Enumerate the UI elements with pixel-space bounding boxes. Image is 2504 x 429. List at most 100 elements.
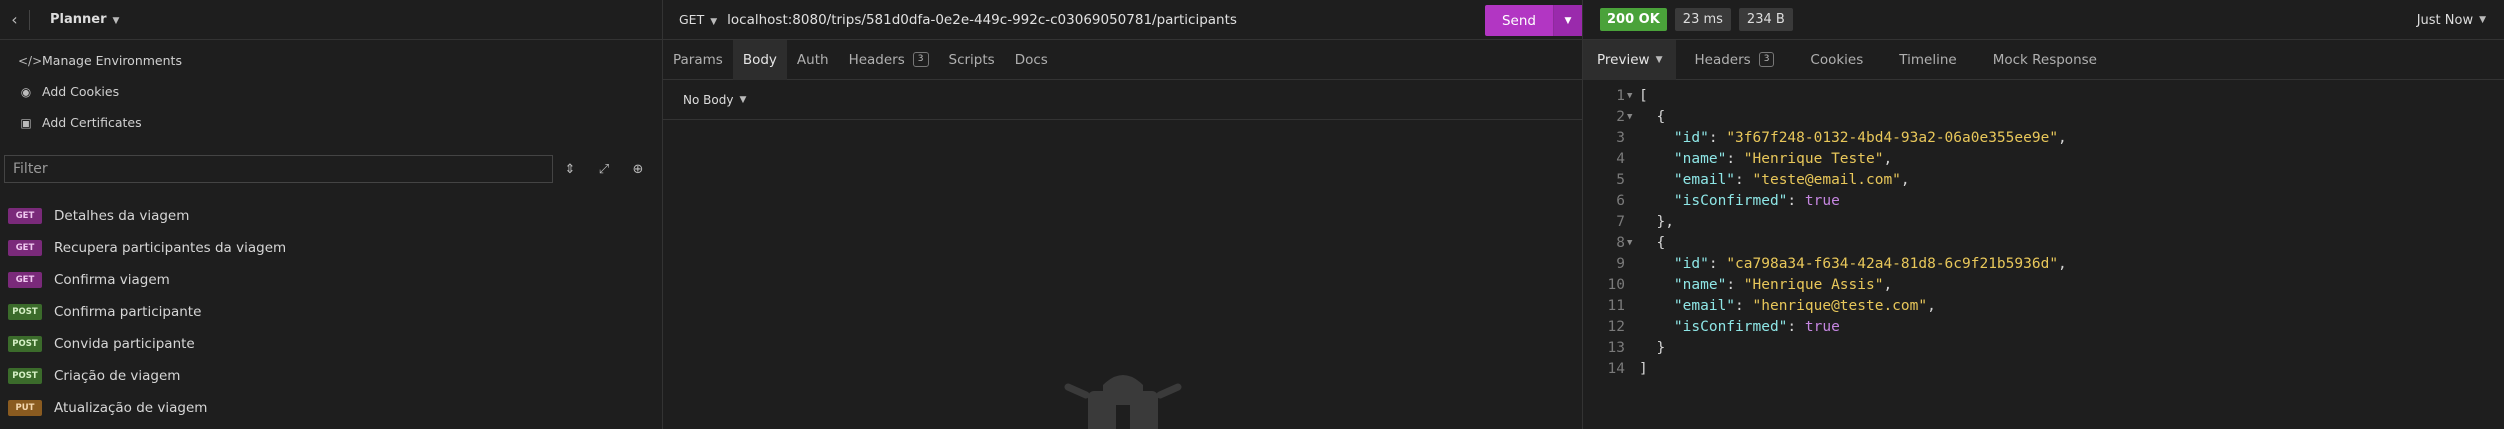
code-token: "isConfirmed" <box>1673 318 1788 335</box>
send-options-icon[interactable]: ▼ <box>1553 5 1582 36</box>
code-token: "id" <box>1673 255 1709 272</box>
response-tabs: Preview ▼ Headers 3 Cookies Timeline Mock … <box>1583 39 2504 80</box>
method-badge: POST <box>8 368 42 384</box>
method-badge: GET <box>8 272 42 288</box>
tab-params[interactable]: Params <box>663 40 733 80</box>
code-token: "Henrique Teste" <box>1743 150 1884 167</box>
fold-toggle-icon[interactable]: ▼ <box>1627 112 1639 122</box>
code-token: , <box>1883 276 1893 293</box>
tab-scripts[interactable]: Scripts <box>939 40 1005 80</box>
request-item[interactable]: PUT Atualização de viagem <box>0 392 662 424</box>
code-line: 4 "name": "Henrique Teste", <box>1583 148 2504 169</box>
tab-label: Scripts <box>948 51 995 68</box>
menu-label: Add Cookies <box>42 84 120 99</box>
sidebar-menu: </> Manage Environments ◉ Add Cookies ▣ Add… <box>0 40 662 138</box>
project-switcher[interactable]: Planner ▼ <box>50 12 119 27</box>
code-token: : <box>1708 129 1727 146</box>
code-line: 13 } <box>1583 337 2504 358</box>
url-bar: GET ▼ localhost:8080/trips/581d0dfa-0e2e-… <box>663 0 1582 40</box>
request-item[interactable]: POST Confirma participante <box>0 296 662 328</box>
chevron-down-icon: ▼ <box>112 16 120 26</box>
history-selector[interactable]: Just Now ▼ <box>2417 0 2486 40</box>
method-badge: POST <box>8 336 42 352</box>
line-number: 14 <box>1607 360 1625 377</box>
request-list: GET Detalhes da viagem GET Recupera partic… <box>0 200 662 424</box>
code-token: : <box>1735 297 1753 314</box>
code-token: "name" <box>1673 150 1727 167</box>
line-number: 10 <box>1607 276 1625 293</box>
request-name: Criação de viagem <box>54 368 181 384</box>
code-token: "teste@email.com" <box>1752 171 1901 188</box>
body-type-selector[interactable]: No Body ▼ <box>663 80 1582 120</box>
request-name: Confirma viagem <box>54 272 170 288</box>
code-token: , <box>1883 150 1893 167</box>
request-name: Convida participante <box>54 336 195 352</box>
fold-toggle-icon[interactable]: ▼ <box>1627 91 1639 101</box>
filter-row: ⇕ ⤢ ⊕ <box>0 153 662 185</box>
code-line: 8 ▼ { <box>1583 232 2504 253</box>
add-icon[interactable]: ⊕ <box>621 162 655 177</box>
request-item[interactable]: POST Criação de viagem <box>0 360 662 392</box>
chevron-down-icon: ▼ <box>1655 54 1663 65</box>
request-item[interactable]: POST Convida participante <box>0 328 662 360</box>
request-item[interactable]: GET Recupera participantes da viagem <box>0 232 662 264</box>
method-selector[interactable]: GET ▼ <box>679 12 717 27</box>
sidebar: ‹ Planner ▼ </> Manage Environments ◉ Add C… <box>0 0 663 429</box>
method-label: GET <box>679 12 705 27</box>
code-token: "Henrique Assis" <box>1743 276 1884 293</box>
sort-icon[interactable]: ⇕ <box>553 162 587 177</box>
tab-mock-response[interactable]: Mock Response <box>1975 40 2115 80</box>
code-token: : <box>1726 150 1744 167</box>
code-token: "name" <box>1673 276 1727 293</box>
code-token: "henrique@teste.com" <box>1752 297 1928 314</box>
tab-label: Preview <box>1597 51 1650 68</box>
filter-input[interactable] <box>4 155 553 183</box>
response-body[interactable]: 1 ▼[2 ▼ {3 "id": "3f67f248-0132-4bd4-93a2-… <box>1583 85 2504 379</box>
tab-timeline[interactable]: Timeline <box>1881 40 1974 80</box>
add-cookies-item[interactable]: ◉ Add Cookies <box>0 76 662 107</box>
line-number: 1 <box>1616 87 1625 104</box>
request-item[interactable]: GET Confirma viagem <box>0 264 662 296</box>
method-badge: GET <box>8 240 42 256</box>
tab-headers[interactable]: Headers 3 <box>839 40 939 80</box>
code-token: "isConfirmed" <box>1673 192 1788 209</box>
request-item[interactable]: GET Detalhes da viagem <box>0 200 662 232</box>
request-name: Detalhes da viagem <box>54 208 190 224</box>
tab-response-headers[interactable]: Headers 3 <box>1676 40 1792 80</box>
project-name: Planner <box>50 12 107 27</box>
chevron-down-icon: ▼ <box>2479 15 2486 25</box>
fold-toggle-icon[interactable]: ▼ <box>1627 238 1639 248</box>
code-token: "email" <box>1673 297 1736 314</box>
tab-label: Auth <box>796 51 829 68</box>
send-button-group: Send ▼ <box>1485 5 1582 36</box>
code-token: : <box>1726 276 1744 293</box>
request-tabs: Params Body Auth Headers 3 Scripts Docs <box>663 39 1582 80</box>
expand-icon[interactable]: ⤢ <box>587 162 621 177</box>
code-line: 12 "isConfirmed": true <box>1583 316 2504 337</box>
url-input[interactable]: localhost:8080/trips/581d0dfa-0e2e-449c-… <box>727 12 1237 28</box>
tab-label: Cookies <box>1810 51 1864 68</box>
tab-body[interactable]: Body <box>732 39 787 80</box>
code-line: 6 "isConfirmed": true <box>1583 190 2504 211</box>
tab-preview[interactable]: Preview ▼ <box>1583 39 1677 80</box>
tab-label: Docs <box>1014 51 1048 68</box>
method-badge: GET <box>8 208 42 224</box>
tab-label: Body <box>742 51 777 68</box>
sidebar-header: ‹ Planner ▼ <box>0 0 662 40</box>
add-certificates-item[interactable]: ▣ Add Certificates <box>0 107 662 138</box>
code-token: "3f67f248-0132-4bd4-93a2-06a0e355ee9e" <box>1726 129 2059 146</box>
code-token: "ca798a34-f634-42a4-81d8-6c9f21b5936d" <box>1726 255 2059 272</box>
code-token: ] <box>1639 360 1648 377</box>
back-icon[interactable]: ‹ <box>0 9 30 30</box>
method-badge: PUT <box>8 400 42 416</box>
response-time: 23 ms <box>1674 8 1731 31</box>
tab-cookies[interactable]: Cookies <box>1792 40 1881 80</box>
code-token: , <box>2058 255 2067 272</box>
tab-docs[interactable]: Docs <box>1005 40 1058 80</box>
tab-auth[interactable]: Auth <box>787 40 839 80</box>
send-button[interactable]: Send <box>1485 5 1553 36</box>
manage-environments-item[interactable]: </> Manage Environments <box>0 45 662 76</box>
